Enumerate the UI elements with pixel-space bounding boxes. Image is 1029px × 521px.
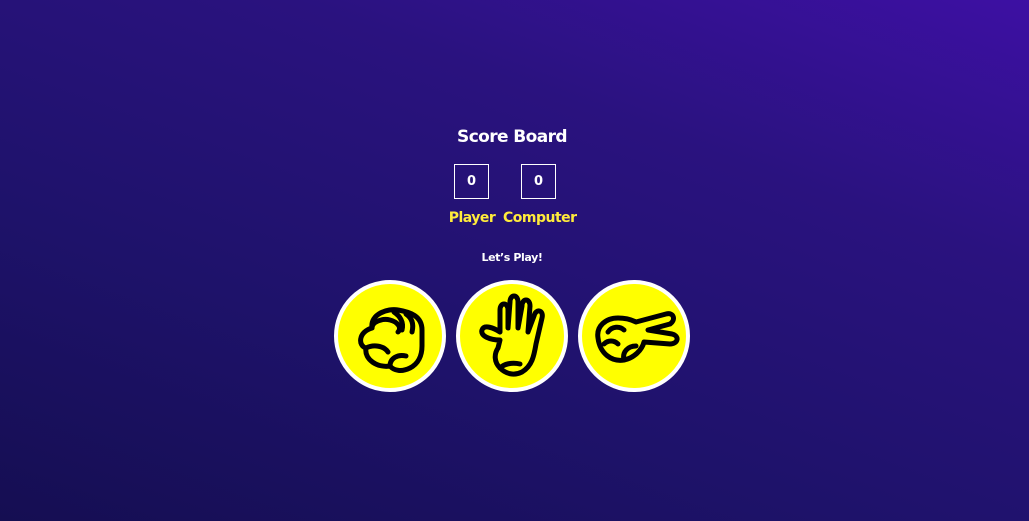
scissors-button[interactable]: [578, 280, 690, 392]
player-label: Player: [448, 210, 496, 226]
scoreboard-title: Score Board: [457, 127, 568, 147]
open-hand-icon: [479, 293, 545, 377]
computer-label: Computer: [503, 210, 577, 226]
computer-score: 0: [521, 164, 556, 199]
game-prompt: Let’s Play!: [481, 251, 543, 264]
player-score: 0: [454, 164, 489, 199]
fist-icon: [358, 307, 425, 373]
rock-button[interactable]: [334, 280, 446, 392]
peace-hand-icon: [595, 311, 680, 363]
paper-button[interactable]: [456, 280, 568, 392]
